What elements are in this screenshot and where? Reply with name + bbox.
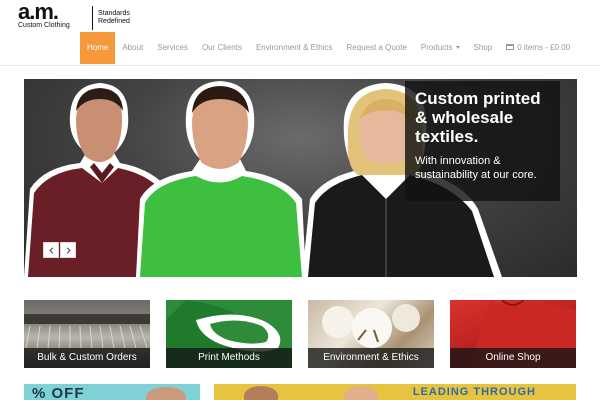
promo-banner-leading[interactable]: LEADING THROUGH — [214, 384, 576, 400]
tile-label: Print Methods — [166, 348, 292, 368]
logo-subtitle: Custom Clothing — [18, 22, 70, 29]
hero-subtitle: With innovation & sustainability at our … — [415, 155, 537, 181]
nav-products[interactable]: Products — [414, 32, 467, 64]
tile-label: Bulk & Custom Orders — [24, 348, 150, 368]
chevron-right-icon — [66, 246, 71, 254]
main-nav: Home About Services Our Clients Environm… — [80, 32, 577, 64]
promo-discount-text: % OFF — [32, 385, 85, 400]
chevron-down-icon — [455, 46, 460, 50]
promo-leading-text: LEADING THROUGH — [412, 386, 536, 398]
chevron-left-icon — [48, 246, 53, 254]
nav-home[interactable]: Home — [80, 32, 116, 64]
hero-title: Custom printed & wholesale textiles. — [415, 89, 541, 146]
cart-summary: 0 items - £0.00 — [517, 43, 571, 52]
tile-print-methods[interactable]: Print Methods — [166, 300, 292, 368]
hero-slider: Custom printed & wholesale textiles. Wit… — [24, 79, 577, 277]
cart-icon — [506, 43, 515, 50]
nav-our-clients[interactable]: Our Clients — [195, 32, 249, 64]
logo-divider — [92, 6, 93, 30]
logo-tagline: Standards Redefined — [98, 10, 130, 25]
promo-face-image — [344, 386, 378, 400]
nav-request-quote[interactable]: Request a Quote — [339, 32, 413, 64]
logo-mark: a.m. — [18, 0, 59, 24]
slider-prev-button[interactable] — [43, 242, 59, 258]
tile-online-shop[interactable]: Online Shop — [450, 300, 576, 368]
nav-shop[interactable]: Shop — [467, 32, 500, 64]
tile-label: Online Shop — [450, 348, 576, 368]
promo-face-image — [146, 387, 186, 400]
promo-banner-discount[interactable]: % OFF — [24, 384, 200, 400]
promo-face-image — [244, 386, 278, 400]
nav-about[interactable]: About — [115, 32, 150, 64]
nav-products-label: Products — [420, 43, 453, 52]
nav-environment-ethics[interactable]: Environment & Ethics — [249, 32, 339, 64]
tile-label: Environment & Ethics — [308, 348, 434, 368]
logo[interactable]: a.m. Custom Clothing Standards Redefined — [18, 0, 130, 30]
nav-cart[interactable]: 0 items - £0.00 — [499, 32, 577, 64]
slider-next-button[interactable] — [60, 242, 76, 258]
tile-bulk-custom-orders[interactable]: Bulk & Custom Orders — [24, 300, 150, 368]
site-header: a.m. Custom Clothing Standards Redefined… — [0, 0, 600, 66]
hero-caption: Custom printed & wholesale textiles. Wit… — [405, 81, 560, 201]
model-green-tee-image — [136, 81, 306, 277]
nav-services[interactable]: Services — [150, 32, 195, 64]
tile-environment-ethics[interactable]: Environment & Ethics — [308, 300, 434, 368]
